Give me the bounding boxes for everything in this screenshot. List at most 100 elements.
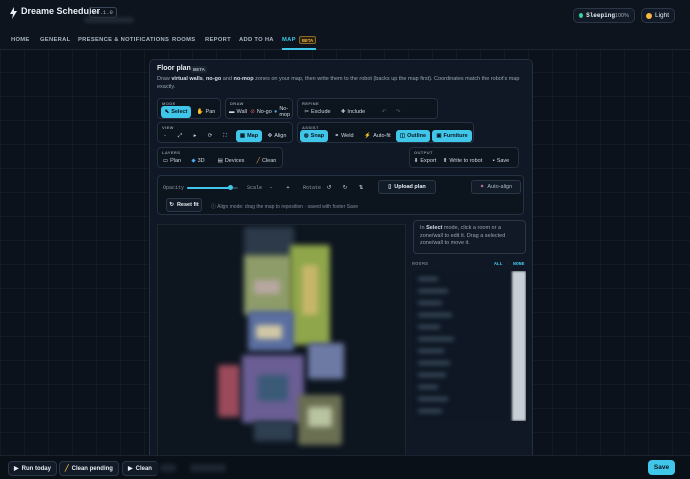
wand-icon: ⚡ bbox=[364, 133, 372, 139]
tab-home[interactable]: HOME bbox=[11, 37, 30, 43]
outline-toggle[interactable]: ◫ Outline bbox=[396, 130, 430, 142]
layers-group: LAYERS ▭ Plan ◆ 3D ▤ Devices ╱ Clean bbox=[157, 147, 283, 168]
upload-icon: ⬆ bbox=[442, 158, 448, 164]
scale-label: Scale bbox=[247, 185, 263, 191]
blurred-room-entries bbox=[418, 277, 454, 413]
rotate-cw-button[interactable]: ↻ bbox=[340, 182, 350, 194]
clean-pending-button[interactable]: ╱ Clean pending bbox=[59, 461, 119, 476]
wall-tool-button[interactable]: ▬ Wall bbox=[228, 106, 248, 118]
pan-mode-button[interactable]: ✋ Pan bbox=[193, 106, 219, 118]
reload-view-button[interactable]: ⟳ bbox=[205, 130, 215, 142]
theme-toggle-button[interactable]: Light bbox=[641, 8, 675, 23]
scale-up-button[interactable]: + bbox=[283, 182, 293, 194]
rooms-label: ROOMS bbox=[412, 262, 429, 267]
autofit-toggle[interactable]: ⚡ Auto-fit bbox=[361, 130, 394, 142]
select-no-rooms-link[interactable]: NONE bbox=[513, 262, 525, 267]
plan-layer-toggle[interactable]: ▭ Plan bbox=[160, 155, 184, 167]
clean-layer-toggle[interactable]: ╱ Clean bbox=[253, 155, 280, 167]
robot-status-pill[interactable]: Sleeping 100% bbox=[573, 8, 635, 23]
map-room bbox=[302, 265, 318, 315]
opacity-label: Opacity bbox=[163, 185, 185, 191]
export-button[interactable]: ⬇ Export bbox=[412, 155, 438, 167]
lightning-icon bbox=[10, 7, 17, 19]
rooms-scrollbar[interactable] bbox=[512, 271, 526, 421]
broom-icon: ╱ bbox=[256, 158, 260, 164]
weld-toggle[interactable]: ⚭ Weld bbox=[330, 130, 358, 142]
rotate-ccw-icon: ↺ bbox=[326, 185, 332, 191]
write-to-robot-button[interactable]: ⬆ Write to robot bbox=[441, 155, 484, 167]
active-tab-indicator bbox=[282, 48, 316, 50]
theme-label: Light bbox=[655, 12, 670, 19]
plus-icon: ✚ bbox=[340, 109, 346, 115]
snap-toggle[interactable]: ◍ Snap bbox=[300, 130, 328, 142]
rotate-view-button[interactable]: ▸ bbox=[190, 130, 200, 142]
select-mode-button[interactable]: ⬉ Select bbox=[161, 106, 191, 118]
tab-presence-notifications[interactable]: PRESENCE & NOTIFICATIONS bbox=[78, 37, 169, 43]
panel-title: Floor plan bbox=[157, 65, 191, 72]
save-button[interactable]: Save bbox=[648, 460, 675, 475]
opacity-slider-handle[interactable] bbox=[227, 185, 233, 190]
nogo-icon: ⊘ bbox=[250, 109, 255, 115]
reset-fit-button[interactable]: ↻ Reset fit bbox=[166, 198, 202, 212]
broom-icon: ╱ bbox=[65, 466, 69, 472]
align-view-button[interactable]: ✥ Align bbox=[264, 130, 290, 142]
rotate-cw-icon: ↻ bbox=[342, 185, 348, 191]
footer-bar: ▶ Run today ╱ Clean pending ▶ Clean Save bbox=[0, 455, 690, 479]
furniture-toggle[interactable]: ▣ Furniture bbox=[432, 130, 472, 142]
drop-icon: ● bbox=[274, 109, 278, 115]
include-button[interactable]: ✚ Include bbox=[336, 106, 370, 118]
floppy-icon: ▪ bbox=[492, 158, 495, 164]
plan-controls: Opacity Scale - + Rotate ↺ ↻ ⇅ ▯ Upload p… bbox=[157, 175, 524, 215]
selection-hint: In Select mode, click a room or a zone/w… bbox=[413, 220, 526, 254]
scissors-icon: ✂ bbox=[304, 109, 310, 115]
tab-general[interactable]: GENERAL bbox=[40, 37, 70, 43]
map-room bbox=[244, 227, 294, 257]
sun-icon bbox=[646, 12, 652, 19]
redo-button[interactable]: ↷ bbox=[393, 106, 403, 118]
cursor-icon: ⬉ bbox=[164, 109, 170, 115]
rooms-list[interactable] bbox=[412, 271, 526, 421]
devices-layer-toggle[interactable]: ▤ Devices bbox=[215, 155, 247, 167]
fullscreen-button[interactable]: ⛶ bbox=[220, 130, 230, 142]
run-today-button[interactable]: ▶ Run today bbox=[8, 461, 57, 476]
play-icon: ▶ bbox=[14, 466, 19, 472]
tab-rooms[interactable]: ROOMS bbox=[172, 37, 195, 43]
scale-down-button[interactable]: - bbox=[266, 182, 276, 194]
battery-level: 100% bbox=[614, 12, 629, 19]
devices-icon: ▤ bbox=[217, 158, 223, 164]
hand-icon: ✋ bbox=[196, 109, 204, 115]
zoom-out-button[interactable]: - bbox=[160, 130, 170, 142]
map-view-button[interactable]: ▦ Map bbox=[236, 130, 262, 142]
rooms-separator: · bbox=[508, 262, 510, 267]
floor-plan-panel: Floor plan BETA Draw virtual walls, no-g… bbox=[149, 59, 533, 459]
flip-button[interactable]: ⇅ bbox=[356, 182, 366, 194]
fit-view-button[interactable]: ⤢ bbox=[175, 130, 185, 142]
status-text: Sleeping bbox=[586, 12, 615, 19]
play-icon: ▶ bbox=[128, 466, 133, 472]
tab-map[interactable]: MAP bbox=[282, 37, 296, 43]
undo-button[interactable]: ↶ bbox=[379, 106, 389, 118]
floor-plan-canvas[interactable] bbox=[157, 224, 406, 458]
save-plan-button[interactable]: ▪ Save bbox=[488, 155, 514, 167]
blurred-subtitle bbox=[84, 17, 134, 23]
rotate-ccw-button[interactable]: ↺ bbox=[324, 182, 334, 194]
panel-description: Draw virtual walls, no-go and no-mop zon… bbox=[157, 76, 520, 90]
clean-button[interactable]: ▶ Clean bbox=[122, 461, 158, 476]
rooms-header: ROOMS ALL · NONE bbox=[412, 262, 526, 270]
tab-add-to-ha[interactable]: ADD TO HA bbox=[239, 37, 274, 43]
map-beta-badge: BETA bbox=[299, 36, 317, 44]
nomop-tool-button[interactable]: ● No-mop bbox=[274, 106, 295, 118]
3d-layer-toggle[interactable]: ◆ 3D bbox=[188, 155, 208, 167]
nogo-tool-button[interactable]: ⊘ No-go bbox=[250, 106, 272, 118]
tab-report[interactable]: REPORT bbox=[205, 37, 231, 43]
status-dot-icon bbox=[579, 13, 584, 18]
upload-plan-button[interactable]: ▯ Upload plan bbox=[378, 180, 436, 194]
cube-icon: ◆ bbox=[191, 158, 196, 164]
flip-icon: ⇅ bbox=[358, 185, 364, 191]
auto-align-button[interactable]: ✦ Auto-align bbox=[471, 180, 521, 194]
exclude-button[interactable]: ✂ Exclude bbox=[301, 106, 334, 118]
select-all-rooms-link[interactable]: ALL bbox=[494, 262, 503, 267]
assist-group: ASSIST ◍ Snap ⚭ Weld ⚡ Auto-fit ◫ Outline ▣ F… bbox=[297, 122, 474, 143]
move-icon: ✥ bbox=[267, 133, 273, 139]
reset-icon: ↻ bbox=[169, 202, 174, 208]
